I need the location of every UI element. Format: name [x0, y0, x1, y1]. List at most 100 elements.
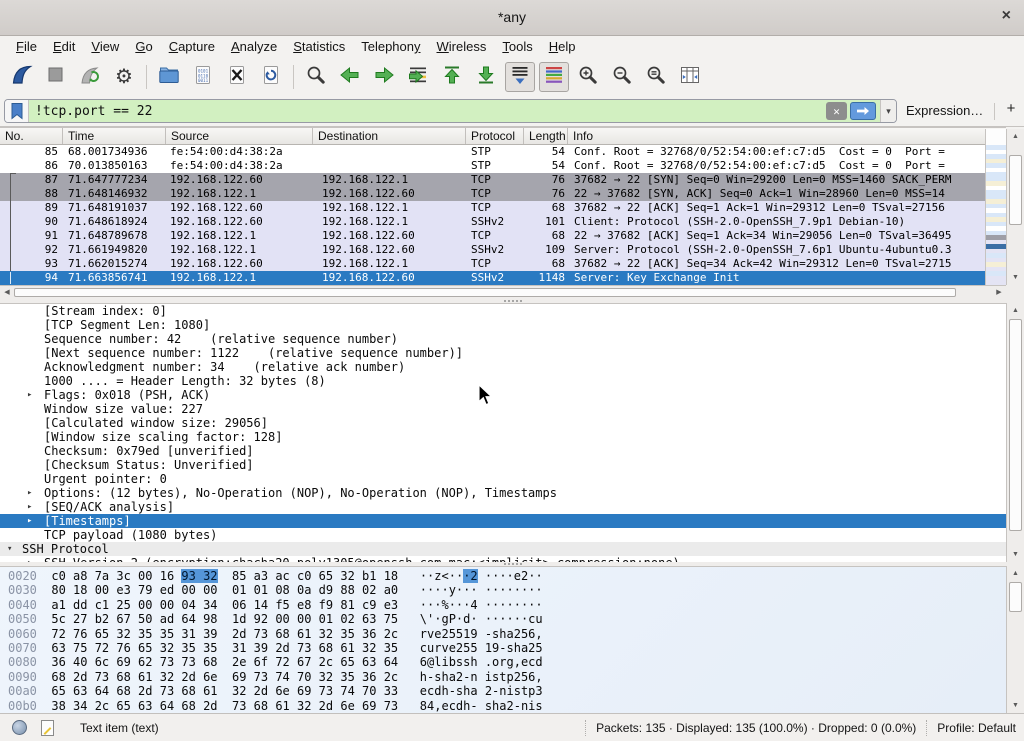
scroll-up-icon[interactable]: ▲ — [1007, 567, 1024, 580]
filter-clear-button[interactable]: ✕ — [826, 102, 847, 120]
profile-label[interactable]: Profile: Default — [937, 721, 1016, 735]
filter-apply-button[interactable] — [850, 102, 876, 120]
packet-list-hscrollbar[interactable]: ◀ ▶ — [0, 285, 1006, 299]
close-capture-file-button[interactable] — [222, 62, 252, 92]
detail-line[interactable]: ▾SSH Protocol — [0, 542, 1006, 556]
menu-telephony[interactable]: Telephony — [353, 37, 428, 57]
stop-capture-button[interactable] — [41, 62, 71, 92]
hex-row[interactable]: 0020 c0 a8 7a 3c 00 16 93 32 85 a3 ac c0… — [8, 569, 1006, 583]
hex-row[interactable]: 0060 72 76 65 32 35 35 31 39 2d 73 68 61… — [8, 627, 1006, 641]
expand-arrow-icon[interactable]: ▸ — [27, 500, 32, 514]
window-titlebar[interactable]: *any × — [0, 0, 1024, 36]
column-header-protocol[interactable]: Protocol — [466, 128, 524, 144]
find-packet-button[interactable] — [301, 62, 331, 92]
resize-columns-button[interactable] — [675, 62, 705, 92]
scroll-left-icon[interactable]: ◀ — [0, 286, 14, 299]
selected-ascii[interactable]: ·2 — [463, 569, 477, 583]
detail-line[interactable]: ▸Options: (12 bytes), No-Operation (NOP)… — [0, 486, 1006, 500]
scrollbar-thumb[interactable] — [1009, 319, 1022, 531]
menu-capture[interactable]: Capture — [161, 37, 223, 57]
packet-row[interactable]: 8771.647777234192.168.122.60192.168.122.… — [0, 173, 985, 187]
capture-comment-icon[interactable] — [41, 720, 54, 736]
detail-line[interactable]: 1000 .... = Header Length: 32 bytes (8) — [0, 374, 1006, 388]
hex-row[interactable]: 0090 68 2d 73 68 61 32 2d 6e 69 73 74 70… — [8, 670, 1006, 684]
detail-line[interactable]: [Checksum Status: Unverified] — [0, 458, 1006, 472]
go-first-packet-button[interactable] — [437, 62, 467, 92]
scrollbar-thumb[interactable] — [1009, 155, 1022, 225]
zoom-original-button[interactable] — [641, 62, 671, 92]
go-forward-button[interactable] — [369, 62, 399, 92]
detail-line[interactable]: Urgent pointer: 0 — [0, 472, 1006, 486]
selected-bytes[interactable]: 93 32 — [181, 569, 217, 583]
expression-button[interactable]: Expression… — [906, 103, 983, 118]
menu-edit[interactable]: Edit — [45, 37, 83, 57]
hex-row[interactable]: 0080 36 40 6c 69 62 73 73 68 2e 6f 72 67… — [8, 655, 1006, 669]
detail-line[interactable]: ▸[SEQ/ACK analysis] — [0, 500, 1006, 514]
detail-line[interactable]: ▸[Timestamps] — [0, 514, 1006, 528]
hex-row[interactable]: 00a0 65 63 64 68 2d 73 68 61 32 2d 6e 69… — [8, 684, 1006, 698]
display-filter-input[interactable]: !tcp.port == 22 ✕ ▾ — [4, 99, 897, 123]
expand-arrow-icon[interactable]: ▸ — [27, 388, 32, 402]
hex-row[interactable]: 00b0 38 34 2c 65 63 64 68 2d 73 68 61 32… — [8, 699, 1006, 713]
column-header-info[interactable]: Info — [568, 128, 1006, 144]
expand-arrow-icon[interactable]: ▸ — [27, 514, 32, 528]
menu-file[interactable]: File — [8, 37, 45, 57]
menu-view[interactable]: View — [83, 37, 127, 57]
packet-row[interactable]: 9171.648789678192.168.122.1192.168.122.6… — [0, 229, 985, 243]
save-capture-file-button[interactable]: 010101100011 — [188, 62, 218, 92]
packet-row[interactable]: 8971.648191037192.168.122.60192.168.122.… — [0, 201, 985, 215]
menu-statistics[interactable]: Statistics — [285, 37, 353, 57]
packet-row[interactable]: 8871.648146932192.168.122.1192.168.122.6… — [0, 187, 985, 201]
menu-tools[interactable]: Tools — [494, 37, 540, 57]
hex-row[interactable]: 0030 80 18 00 e3 79 ed 00 00 01 01 08 0a… — [8, 583, 1006, 597]
detail-line[interactable]: ▸Flags: 0x018 (PSH, ACK) — [0, 388, 1006, 402]
detail-line[interactable]: Window size value: 227 — [0, 402, 1006, 416]
detail-line[interactable]: [TCP Segment Len: 1080] — [0, 318, 1006, 332]
detail-line[interactable]: [Stream index: 0] — [0, 304, 1006, 318]
capture-options-button[interactable]: ⚙ — [109, 62, 139, 92]
detail-line[interactable]: [Window size scaling factor: 128] — [0, 430, 1006, 444]
column-header-length[interactable]: Length — [524, 128, 568, 144]
scrollbar-thumb[interactable] — [1009, 582, 1022, 612]
packet-row[interactable]: 9271.661949820192.168.122.1192.168.122.6… — [0, 243, 985, 257]
packet-row[interactable]: 8568.001734936fe:54:00:d4:38:2aSTP54Conf… — [0, 145, 985, 159]
zoom-out-button[interactable] — [607, 62, 637, 92]
scroll-down-icon[interactable]: ▼ — [1007, 699, 1024, 712]
reload-capture-file-button[interactable] — [256, 62, 286, 92]
column-header-no[interactable]: No. — [0, 128, 63, 144]
packet-row[interactable]: 9071.648618924192.168.122.60192.168.122.… — [0, 215, 985, 229]
auto-scroll-button[interactable] — [505, 62, 535, 92]
window-close-icon[interactable]: × — [1002, 7, 1011, 25]
detail-line[interactable]: [Next sequence number: 1122 (relative se… — [0, 346, 1006, 360]
go-to-packet-button[interactable] — [403, 62, 433, 92]
zoom-in-button[interactable] — [573, 62, 603, 92]
menu-wireless[interactable]: Wireless — [429, 37, 495, 57]
colorize-packets-button[interactable] — [539, 62, 569, 92]
open-capture-file-button[interactable] — [154, 62, 184, 92]
bytes-vscrollbar[interactable]: ▲ ▼ — [1006, 566, 1024, 713]
go-last-packet-button[interactable] — [471, 62, 501, 92]
detail-line[interactable]: Sequence number: 42 (relative sequence n… — [0, 332, 1006, 346]
restart-capture-button[interactable] — [75, 62, 105, 92]
filter-text-area[interactable]: !tcp.port == 22 ✕ — [29, 100, 880, 122]
hex-row[interactable]: 0040 a1 dd c1 25 00 00 04 34 06 14 f5 e8… — [8, 598, 1006, 612]
scrollbar-thumb[interactable] — [14, 288, 956, 297]
expand-arrow-icon[interactable]: ▸ — [27, 486, 32, 500]
detail-line[interactable]: [Calculated window size: 29056] — [0, 416, 1006, 430]
start-capture-button[interactable] — [7, 62, 37, 92]
filter-value[interactable]: !tcp.port == 22 — [35, 104, 826, 119]
go-back-button[interactable] — [335, 62, 365, 92]
column-header-source[interactable]: Source — [166, 128, 313, 144]
scroll-down-icon[interactable]: ▼ — [1007, 271, 1024, 284]
scroll-down-icon[interactable]: ▼ — [1007, 548, 1024, 561]
detail-vscrollbar[interactable]: ▲ ▼ — [1006, 303, 1024, 562]
menu-analyze[interactable]: Analyze — [223, 37, 285, 57]
packet-list-minimap[interactable] — [985, 129, 1006, 285]
filter-history-dropdown[interactable]: ▾ — [880, 100, 896, 122]
detail-line[interactable]: Checksum: 0x79ed [unverified] — [0, 444, 1006, 458]
detail-line[interactable]: Acknowledgment number: 34 (relative ack … — [0, 360, 1006, 374]
scroll-up-icon[interactable]: ▲ — [1007, 130, 1024, 143]
menu-go[interactable]: Go — [127, 37, 160, 57]
menu-help[interactable]: Help — [541, 37, 584, 57]
packet-row[interactable]: 9471.663856741192.168.122.1192.168.122.6… — [0, 271, 985, 285]
